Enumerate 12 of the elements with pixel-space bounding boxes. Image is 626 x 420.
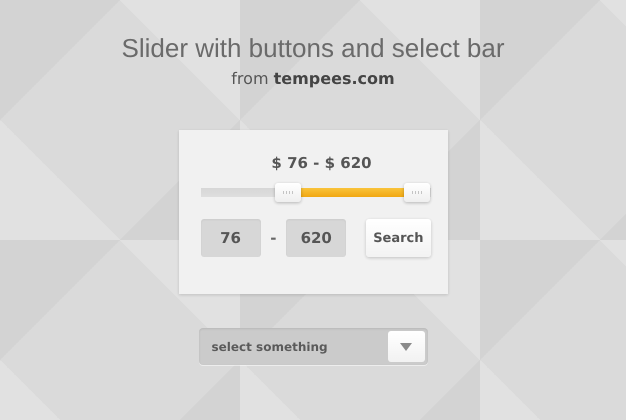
max-price-field[interactable]: 620 xyxy=(286,219,346,257)
page-subtitle: from tempees.com xyxy=(231,68,395,90)
dropdown-button[interactable] xyxy=(388,331,424,362)
min-price-field[interactable]: 76 xyxy=(200,219,260,257)
select-dropdown[interactable]: select something xyxy=(198,328,428,365)
price-range-label: $ 76 - $ 620 xyxy=(270,154,373,174)
search-button[interactable]: Search xyxy=(366,219,430,257)
slider-handle[interactable] xyxy=(274,183,301,202)
caret-down-icon xyxy=(400,342,412,350)
page-title: Slider with buttons and select bar xyxy=(122,32,504,65)
range-separator: - xyxy=(269,229,278,247)
slider-handle[interactable] xyxy=(404,183,430,202)
